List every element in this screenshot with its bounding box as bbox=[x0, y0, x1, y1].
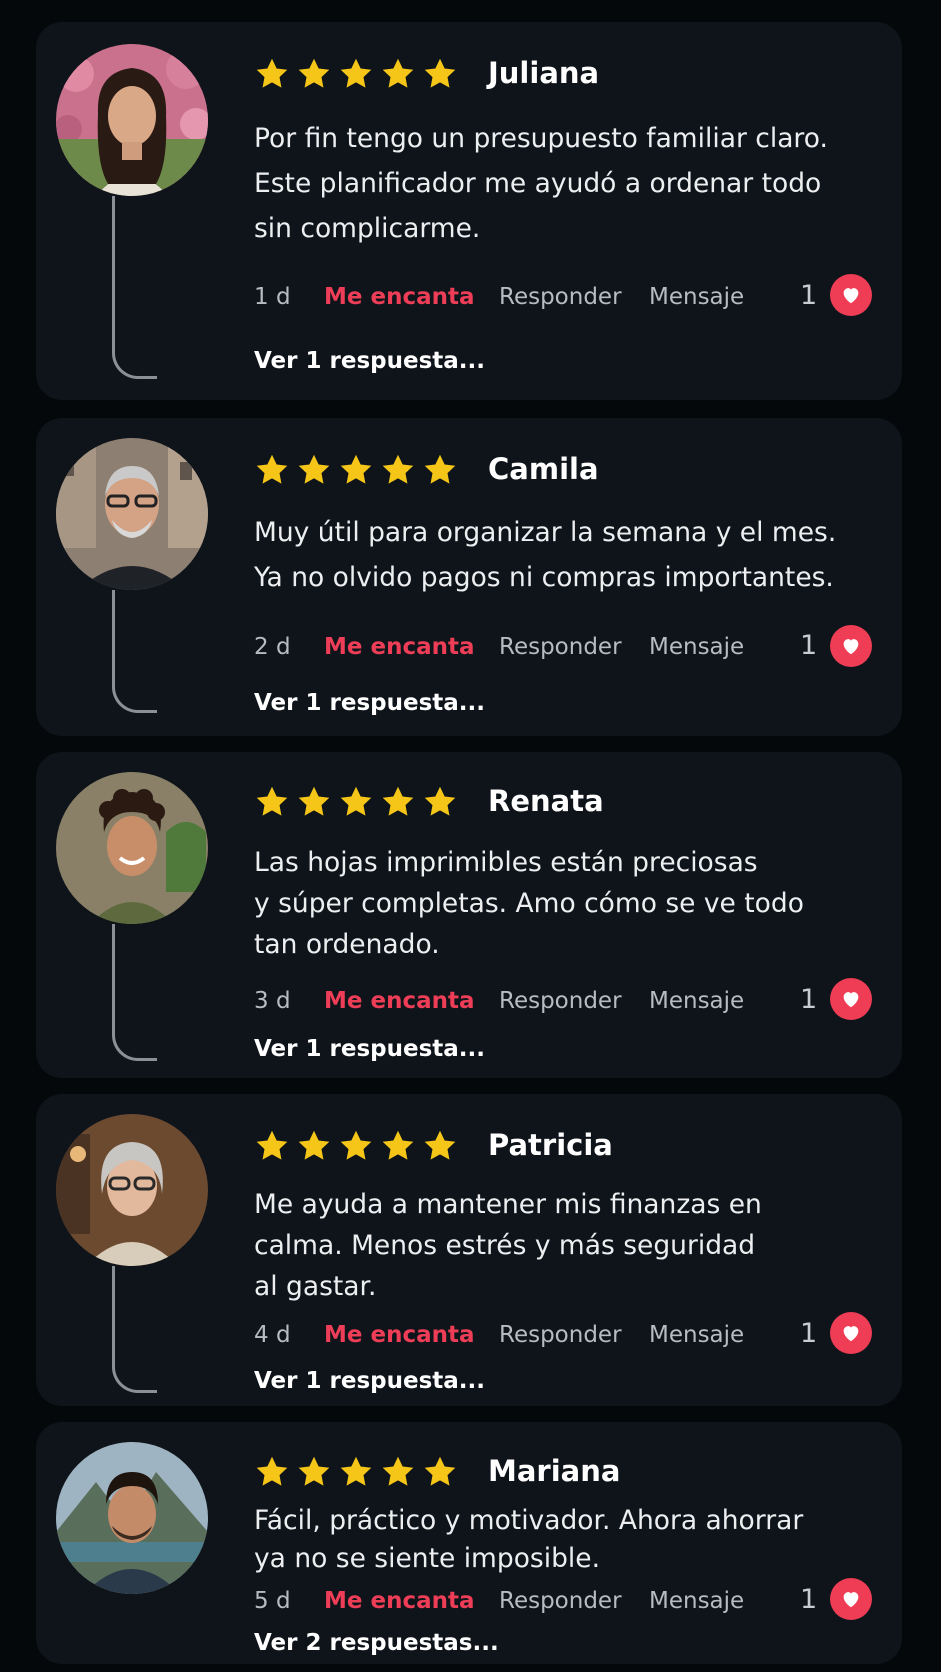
message-button[interactable]: Mensaje bbox=[649, 988, 744, 1014]
reply-button[interactable]: Responder bbox=[499, 1588, 622, 1614]
review-card: Mariana Fácil, práctico y motivador. Aho… bbox=[36, 1422, 902, 1664]
review-text: Muy útil para organizar la semana y el m… bbox=[254, 517, 837, 593]
avatar[interactable] bbox=[56, 44, 208, 196]
heart-reaction[interactable] bbox=[830, 1312, 872, 1354]
avatar[interactable] bbox=[56, 1114, 208, 1266]
like-count: 1 bbox=[800, 630, 818, 661]
star-icon bbox=[424, 58, 456, 88]
star-icon bbox=[256, 58, 288, 88]
avatar[interactable] bbox=[56, 1442, 208, 1594]
star-icon bbox=[256, 1456, 288, 1486]
star-icon bbox=[298, 58, 330, 88]
star-rating bbox=[254, 1454, 458, 1490]
review-time: 2 d bbox=[254, 634, 291, 660]
heart-icon bbox=[843, 992, 859, 1008]
message-button[interactable]: Mensaje bbox=[649, 634, 744, 660]
star-rating bbox=[254, 452, 458, 488]
message-button[interactable]: Mensaje bbox=[649, 1322, 744, 1348]
heart-reaction[interactable] bbox=[830, 625, 872, 667]
star-icon bbox=[424, 454, 456, 484]
review-time: 5 d bbox=[254, 1588, 291, 1614]
review-text: Fácil, práctico y motivador. Ahora ahorr… bbox=[254, 1505, 804, 1574]
review-text: Por fin tengo un presupuesto familiar cl… bbox=[254, 123, 828, 244]
star-icon bbox=[298, 786, 330, 816]
like-count: 1 bbox=[800, 1584, 818, 1615]
reply-thread-connector bbox=[112, 1266, 157, 1393]
love-button[interactable]: Me encanta bbox=[324, 988, 475, 1014]
reviewer-name[interactable]: Camila bbox=[488, 452, 599, 486]
message-button[interactable]: Mensaje bbox=[649, 284, 744, 310]
view-replies-link[interactable]: Ver 1 respuesta... bbox=[254, 348, 485, 374]
avatar[interactable] bbox=[56, 772, 208, 924]
like-count: 1 bbox=[800, 1318, 818, 1349]
star-icon bbox=[340, 1130, 372, 1160]
star-icon bbox=[298, 454, 330, 484]
love-button[interactable]: Me encanta bbox=[324, 634, 475, 660]
review-card: Patricia Me ayuda a mantener mis finanza… bbox=[36, 1094, 902, 1406]
view-replies-link[interactable]: Ver 1 respuesta... bbox=[254, 1368, 485, 1394]
star-icon bbox=[382, 1130, 414, 1160]
star-icon bbox=[382, 786, 414, 816]
star-icon bbox=[382, 1456, 414, 1486]
star-rating bbox=[254, 56, 458, 92]
heart-reaction[interactable] bbox=[830, 274, 872, 316]
reply-button[interactable]: Responder bbox=[499, 634, 622, 660]
reviewer-name[interactable]: Juliana bbox=[488, 56, 599, 90]
star-icon bbox=[424, 1130, 456, 1160]
star-icon bbox=[340, 58, 372, 88]
star-icon bbox=[340, 786, 372, 816]
heart-icon bbox=[843, 1326, 859, 1342]
love-button[interactable]: Me encanta bbox=[324, 1588, 475, 1614]
review-card: Camila Muy útil para organizar la semana… bbox=[36, 418, 902, 736]
star-rating bbox=[254, 1128, 458, 1164]
view-replies-link[interactable]: Ver 1 respuesta... bbox=[254, 690, 485, 716]
reviewer-name[interactable]: Patricia bbox=[488, 1128, 613, 1162]
love-button[interactable]: Me encanta bbox=[324, 1322, 475, 1348]
heart-icon bbox=[843, 639, 859, 655]
reply-button[interactable]: Responder bbox=[499, 1322, 622, 1348]
like-count: 1 bbox=[800, 984, 818, 1015]
review-time: 3 d bbox=[254, 988, 291, 1014]
review-card: Juliana Por fin tengo un presupuesto fam… bbox=[36, 22, 902, 400]
review-text: Las hojas imprimibles están preciosas y … bbox=[254, 847, 804, 960]
star-icon bbox=[382, 58, 414, 88]
reply-button[interactable]: Responder bbox=[499, 284, 622, 310]
star-icon bbox=[256, 786, 288, 816]
review-time: 4 d bbox=[254, 1322, 291, 1348]
avatar[interactable] bbox=[56, 438, 208, 590]
reviewer-name[interactable]: Mariana bbox=[488, 1454, 620, 1488]
star-icon bbox=[424, 1456, 456, 1486]
heart-reaction[interactable] bbox=[830, 978, 872, 1020]
like-count: 1 bbox=[800, 280, 818, 311]
star-icon bbox=[256, 1130, 288, 1160]
star-icon bbox=[340, 1456, 372, 1486]
reply-thread-connector bbox=[112, 590, 157, 713]
review-time: 1 d bbox=[254, 284, 291, 310]
star-icon bbox=[256, 454, 288, 484]
star-icon bbox=[298, 1456, 330, 1486]
reply-button[interactable]: Responder bbox=[499, 988, 622, 1014]
view-replies-link[interactable]: Ver 2 respuestas... bbox=[254, 1630, 499, 1656]
star-icon bbox=[340, 454, 372, 484]
heart-reaction[interactable] bbox=[830, 1578, 872, 1620]
view-replies-link[interactable]: Ver 1 respuesta... bbox=[254, 1036, 485, 1062]
star-icon bbox=[424, 786, 456, 816]
star-rating bbox=[254, 784, 458, 820]
love-button[interactable]: Me encanta bbox=[324, 284, 475, 310]
heart-icon bbox=[843, 1592, 859, 1608]
star-icon bbox=[382, 454, 414, 484]
reply-thread-connector bbox=[112, 196, 157, 379]
reviewer-name[interactable]: Renata bbox=[488, 784, 604, 818]
review-text: Me ayuda a mantener mis finanzas en calm… bbox=[254, 1189, 762, 1302]
review-card: Renata Las hojas imprimibles están preci… bbox=[36, 752, 902, 1078]
reply-thread-connector bbox=[112, 924, 157, 1061]
star-icon bbox=[298, 1130, 330, 1160]
message-button[interactable]: Mensaje bbox=[649, 1588, 744, 1614]
heart-icon bbox=[843, 288, 859, 304]
